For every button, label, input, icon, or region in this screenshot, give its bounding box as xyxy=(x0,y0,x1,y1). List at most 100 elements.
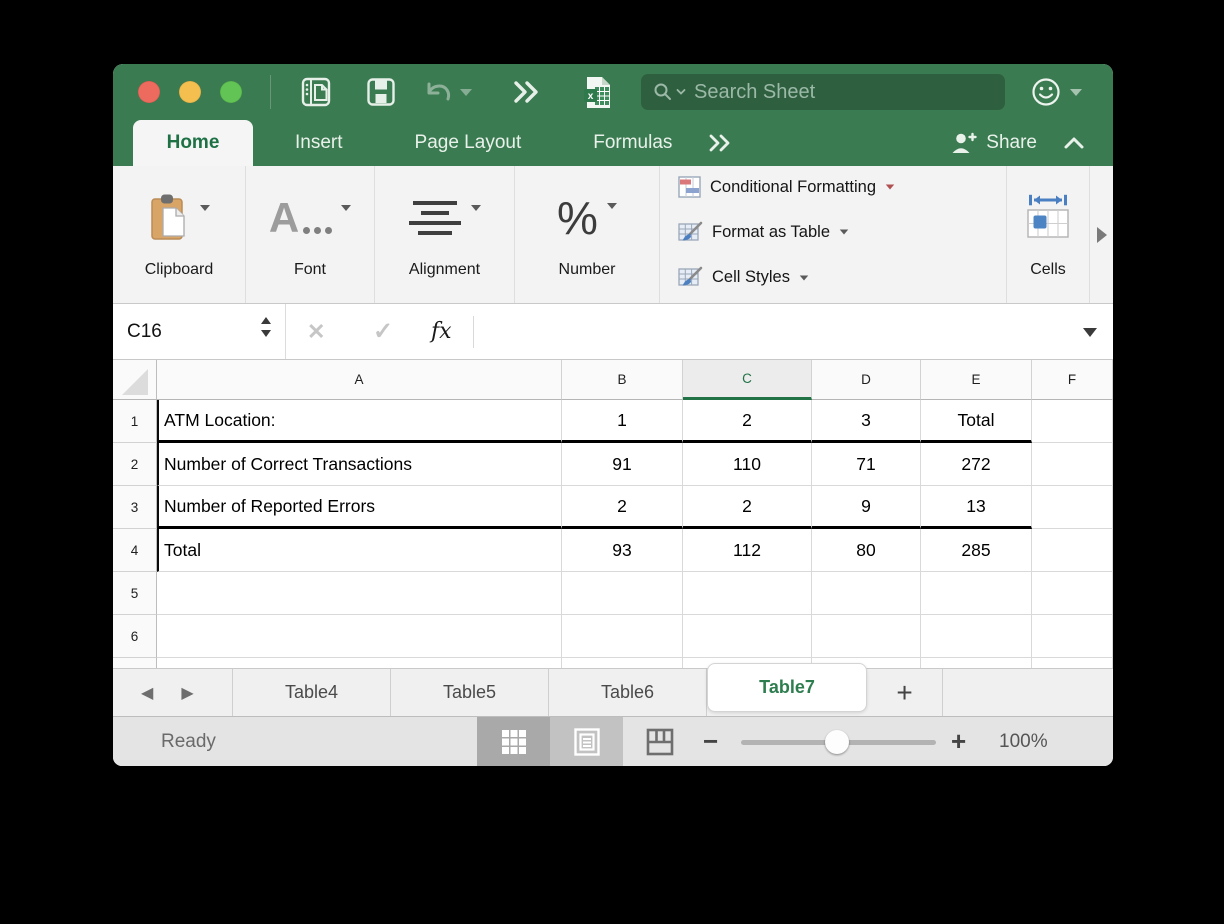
cell-D5[interactable] xyxy=(812,572,921,615)
cell-A5[interactable] xyxy=(157,572,562,615)
cell-B1[interactable]: 1 xyxy=(562,400,683,443)
page-break-preview-button[interactable] xyxy=(623,717,696,766)
number-dropdown-icon[interactable] xyxy=(606,202,617,209)
cell-F3[interactable] xyxy=(1032,486,1113,529)
alignment-group[interactable]: Alignment xyxy=(375,166,515,303)
cell-A1[interactable]: ATM Location: xyxy=(157,400,562,443)
cell-A7[interactable] xyxy=(157,658,562,668)
tab-formulas[interactable]: Formulas xyxy=(581,120,684,166)
cell-C1[interactable]: 2 xyxy=(683,400,812,443)
cell-F7[interactable] xyxy=(1032,658,1113,668)
cell-E7[interactable] xyxy=(921,658,1032,668)
cell-B3[interactable]: 2 xyxy=(562,486,683,529)
cell-B5[interactable] xyxy=(562,572,683,615)
insert-function-icon[interactable]: fx xyxy=(431,304,452,359)
font-dropdown-icon[interactable] xyxy=(341,204,352,211)
cell-B6[interactable] xyxy=(562,615,683,658)
search-input[interactable]: Search Sheet xyxy=(641,74,1005,110)
tab-insert[interactable]: Insert xyxy=(283,120,355,166)
cell-C2[interactable]: 110 xyxy=(683,443,812,486)
row-header-5[interactable]: 5 xyxy=(113,572,157,615)
cell-F4[interactable] xyxy=(1032,529,1113,572)
row-header-4[interactable]: 4 xyxy=(113,529,157,572)
cell-B4[interactable]: 93 xyxy=(562,529,683,572)
sheet-tab-table4[interactable]: Table4 xyxy=(233,669,391,716)
cell-F1[interactable] xyxy=(1032,400,1113,443)
zoom-in-button[interactable]: + xyxy=(951,717,966,766)
number-group[interactable]: % Number xyxy=(515,166,660,303)
cell-D4[interactable]: 80 xyxy=(812,529,921,572)
cell-D1[interactable]: 3 xyxy=(812,400,921,443)
name-box[interactable]: C16 xyxy=(127,304,162,359)
select-all-corner[interactable] xyxy=(113,360,157,400)
cell-F5[interactable] xyxy=(1032,572,1113,615)
font-group[interactable]: A Font xyxy=(246,166,375,303)
cell-C5[interactable] xyxy=(683,572,812,615)
row-header-7[interactable] xyxy=(113,658,157,668)
ribbon-scroll-right-button[interactable] xyxy=(1090,166,1113,303)
undo-dropdown-icon[interactable] xyxy=(460,88,472,96)
cell-B2[interactable]: 91 xyxy=(562,443,683,486)
conditional-formatting-button[interactable]: Conditional Formatting xyxy=(678,176,895,198)
tab-page-layout[interactable]: Page Layout xyxy=(403,120,534,166)
cell-D6[interactable] xyxy=(812,615,921,658)
column-header-d[interactable]: D xyxy=(812,360,921,400)
column-header-c[interactable]: C xyxy=(683,360,812,400)
confirm-entry-icon[interactable]: ✓ xyxy=(373,304,393,359)
cell-E2[interactable]: 272 xyxy=(921,443,1032,486)
share-button[interactable]: Share xyxy=(951,132,1037,154)
clipboard-dropdown-icon[interactable] xyxy=(199,204,210,211)
cell-E5[interactable] xyxy=(921,572,1032,615)
cell-styles-dropdown-icon[interactable] xyxy=(799,274,809,281)
minimize-window-button[interactable] xyxy=(179,81,201,103)
stepper-down-icon[interactable] xyxy=(261,330,271,337)
zoom-slider-thumb[interactable] xyxy=(825,730,849,754)
new-workbook-icon[interactable] xyxy=(301,76,331,108)
cell-C6[interactable] xyxy=(683,615,812,658)
tab-home[interactable]: Home xyxy=(133,120,253,166)
cell-E4[interactable]: 285 xyxy=(921,529,1032,572)
row-header-1[interactable]: 1 xyxy=(113,400,157,443)
alignment-dropdown-icon[interactable] xyxy=(471,204,481,211)
cell-A6[interactable] xyxy=(157,615,562,658)
sheet-tab-table5[interactable]: Table5 xyxy=(391,669,549,716)
name-box-stepper[interactable] xyxy=(261,317,271,337)
page-layout-view-button[interactable] xyxy=(550,717,623,766)
close-window-button[interactable] xyxy=(138,81,160,103)
row-header-2[interactable]: 2 xyxy=(113,443,157,486)
normal-view-button[interactable] xyxy=(477,717,550,766)
cell-E1[interactable]: Total xyxy=(921,400,1032,443)
cancel-entry-icon[interactable]: ✕ xyxy=(307,304,325,359)
row-header-3[interactable]: 3 xyxy=(113,486,157,529)
cell-E6[interactable] xyxy=(921,615,1032,658)
zoom-out-button[interactable]: − xyxy=(703,717,718,766)
format-as-table-dropdown-icon[interactable] xyxy=(839,229,849,235)
cell-B7[interactable] xyxy=(562,658,683,668)
cells-group[interactable]: Cells xyxy=(1007,166,1090,303)
smiley-dropdown-icon[interactable] xyxy=(1070,88,1082,96)
cell-C4[interactable]: 112 xyxy=(683,529,812,572)
clipboard-group[interactable]: Clipboard xyxy=(113,166,246,303)
cell-styles-button[interactable]: Cell Styles xyxy=(678,266,809,289)
add-sheet-button[interactable]: + xyxy=(867,669,943,716)
sheet-tab-table7-active[interactable]: Table7 xyxy=(707,663,867,712)
column-header-b[interactable]: B xyxy=(562,360,683,400)
cell-D3[interactable]: 9 xyxy=(812,486,921,529)
column-header-a[interactable]: A xyxy=(157,360,562,400)
column-header-e[interactable]: E xyxy=(921,360,1032,400)
cell-A4[interactable]: Total xyxy=(157,529,562,572)
row-header-6[interactable]: 6 xyxy=(113,615,157,658)
column-header-f[interactable]: F xyxy=(1032,360,1113,400)
collapse-ribbon-icon[interactable] xyxy=(1063,136,1085,150)
cell-A2[interactable]: Number of Correct Transactions xyxy=(157,443,562,486)
save-icon[interactable] xyxy=(367,78,395,106)
cell-F6[interactable] xyxy=(1032,615,1113,658)
more-toolbar-icon[interactable] xyxy=(512,79,540,105)
cell-A3[interactable]: Number of Reported Errors xyxy=(157,486,562,529)
format-as-table-button[interactable]: Format as Table xyxy=(678,221,849,244)
cell-D2[interactable]: 71 xyxy=(812,443,921,486)
next-sheet-icon[interactable]: ▶ xyxy=(181,683,193,703)
cell-C3[interactable]: 2 xyxy=(683,486,812,529)
cell-F2[interactable] xyxy=(1032,443,1113,486)
cell-E3[interactable]: 13 xyxy=(921,486,1032,529)
